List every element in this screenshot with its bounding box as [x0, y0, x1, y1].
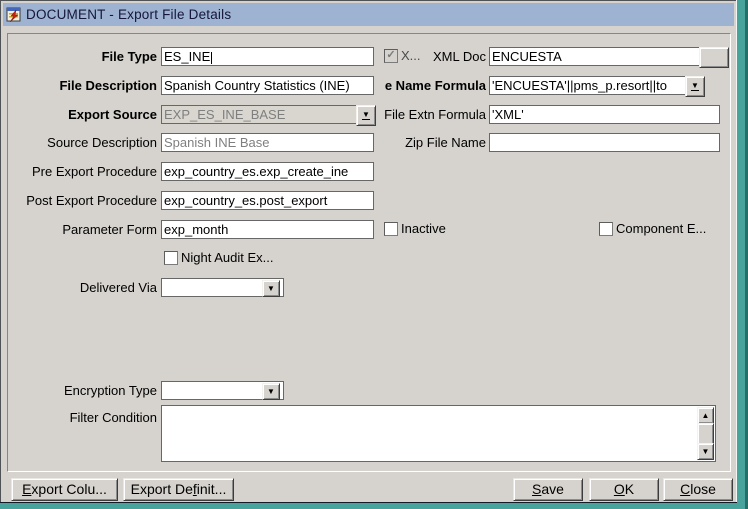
file-extn-formula-label: File Extn Formula [319, 105, 486, 124]
vertical-scrollbar[interactable]: ▲ ▼ [697, 407, 714, 460]
file-description-label: File Description [1, 76, 157, 95]
close-button[interactable]: Close [663, 478, 733, 501]
post-export-procedure-input[interactable]: exp_country_es.post_export [161, 191, 374, 210]
desktop: { "title_bar": { "title": "DOCUMENT - Ex… [0, 0, 748, 509]
delivered-via-label: Delivered Via [1, 278, 157, 297]
export-columns-button[interactable]: Export Colu... [11, 478, 118, 501]
parameter-form-input[interactable]: exp_month [161, 220, 374, 239]
title-bar[interactable]: DOCUMENT - Export File Details [3, 3, 734, 26]
post-export-procedure-label: Post Export Procedure [1, 191, 157, 210]
component-export-checkbox-label: Component E... [616, 221, 706, 237]
xml-doc-input[interactable]: ENCUESTA [489, 47, 700, 66]
zip-file-name-label: Zip File Name [319, 133, 486, 152]
file-name-formula-label: e Name Formula [319, 76, 486, 95]
chevron-down-icon: ▼ [267, 387, 275, 396]
pre-export-procedure-label: Pre Export Procedure [1, 162, 157, 181]
lov-arrow-icon: ▼ [691, 82, 699, 91]
export-source-label: Export Source [1, 105, 157, 124]
file-name-formula-input[interactable]: 'ENCUESTA'||pms_p.resort||to [489, 76, 686, 95]
zip-file-name-input[interactable] [489, 133, 720, 152]
window-title: DOCUMENT - Export File Details [26, 7, 231, 22]
scroll-up-button[interactable]: ▲ [697, 407, 714, 424]
file-name-formula-lov-button[interactable]: ▼ [685, 76, 705, 97]
export-definition-button[interactable]: Export Definit... [123, 478, 234, 501]
encryption-type-label: Encryption Type [1, 381, 157, 400]
inactive-checkbox-label: Inactive [401, 221, 446, 237]
source-description-label: Source Description [1, 133, 157, 152]
encryption-type-dropdown-button[interactable]: ▼ [262, 383, 280, 400]
parameter-form-label: Parameter Form [1, 220, 157, 239]
inactive-checkbox[interactable] [384, 222, 398, 236]
window-edge-highlight [736, 0, 737, 503]
chevron-down-icon: ▼ [267, 284, 275, 293]
ok-button[interactable]: OK [589, 478, 659, 501]
delivered-via-dropdown-button[interactable]: ▼ [262, 280, 280, 297]
save-button[interactable]: Save [513, 478, 583, 501]
window-icon [6, 7, 22, 22]
xml-doc-label: XML Doc [319, 47, 486, 66]
night-audit-checkbox[interactable] [164, 251, 178, 265]
xml-doc-browse-button[interactable] [699, 47, 729, 68]
arrow-up-icon: ▲ [702, 411, 710, 420]
scroll-down-button[interactable]: ▼ [697, 443, 714, 460]
file-type-label: File Type [1, 47, 157, 66]
component-export-checkbox[interactable] [599, 222, 613, 236]
arrow-down-icon: ▼ [702, 447, 710, 456]
export-file-details-window: DOCUMENT - Export File Details File Type… [0, 0, 737, 503]
night-audit-checkbox-label: Night Audit Ex... [181, 250, 274, 266]
text-cursor [211, 52, 212, 64]
window-bottom-shadow [0, 502, 737, 503]
filter-condition-textarea[interactable]: ▲ ▼ [161, 405, 716, 462]
file-extn-formula-input[interactable]: 'XML' [489, 105, 720, 124]
filter-condition-label: Filter Condition [1, 408, 157, 427]
pre-export-procedure-input[interactable]: exp_country_es.exp_create_ine [161, 162, 374, 181]
